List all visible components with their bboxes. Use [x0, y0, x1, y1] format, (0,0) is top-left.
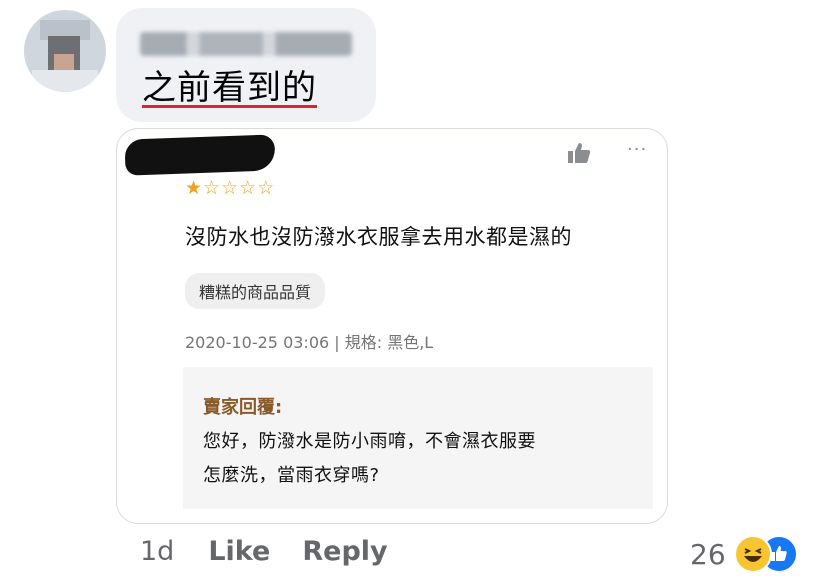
star-filled-icon: ★ — [185, 177, 203, 199]
avatar-pixel — [32, 70, 98, 92]
star-empty-icon: ☆ — [203, 177, 221, 199]
review-text: 沒防水也沒防潑水衣服拿去用水都是濕的 — [185, 225, 572, 249]
star-empty-icon: ☆ — [257, 177, 275, 199]
comment-timestamp[interactable]: 1d — [140, 536, 174, 567]
avatar[interactable] — [24, 10, 106, 92]
review-screenshot[interactable]: ··· ★ ☆ ☆ ☆ ☆ 沒防水也沒防潑水衣服拿去用水都是濕的 糟糕的商品品質… — [116, 128, 668, 524]
seller-reply-line: 怎麼洗，當雨衣穿嗎? — [203, 465, 380, 486]
seller-reply: 賣家回覆: 您好，防潑水是防小雨唷，不會濕衣服要 怎麼洗，當雨衣穿嗎? — [183, 367, 653, 509]
comment-bubble: 之前看到的 — [116, 8, 376, 122]
seller-reply-line: 您好，防潑水是防小雨唷，不會濕衣服要 — [203, 431, 536, 452]
more-icon[interactable]: ··· — [627, 139, 647, 160]
comment-actions: 1d Like Reply — [140, 536, 388, 567]
review-meta: 2020-10-25 03:06 | 規格: 黑色,L — [185, 333, 434, 352]
comment-text: 之前看到的 — [142, 68, 317, 108]
reply-button[interactable]: Reply — [302, 536, 387, 567]
review-tag: 糟糕的商品品質 — [185, 273, 326, 309]
author-name-blurred[interactable] — [140, 32, 352, 56]
star-rating: ★ ☆ ☆ ☆ ☆ — [185, 179, 274, 198]
reaction-count: 26 — [690, 537, 726, 571]
reactions-summary[interactable]: 26 — [690, 534, 798, 574]
seller-reply-title: 賣家回覆: — [203, 397, 283, 418]
like-button[interactable]: Like — [208, 536, 270, 567]
star-empty-icon: ☆ — [239, 177, 257, 199]
star-empty-icon: ☆ — [221, 177, 239, 199]
haha-icon — [733, 535, 772, 573]
redacted-username — [124, 134, 276, 176]
thumbs-up-icon[interactable] — [567, 142, 591, 164]
